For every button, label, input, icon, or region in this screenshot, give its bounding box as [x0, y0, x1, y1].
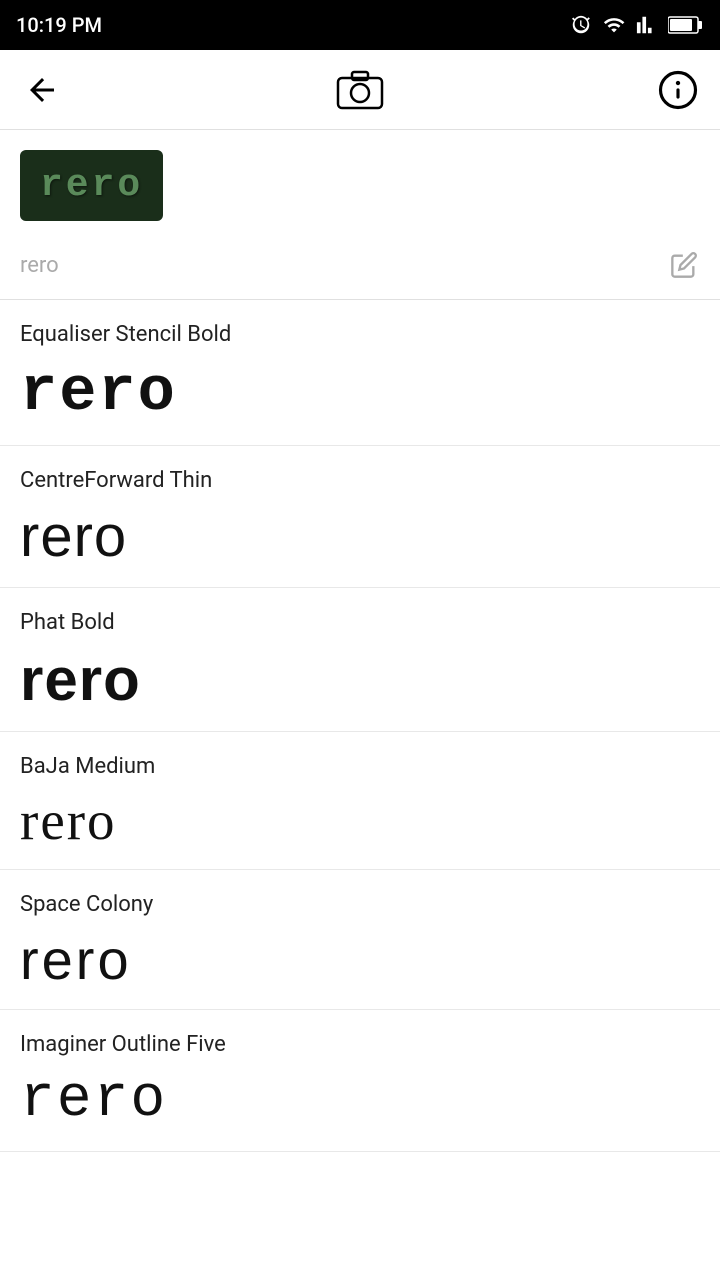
- font-item-sample: rero: [20, 1069, 700, 1133]
- font-item-sample: rero: [20, 359, 700, 427]
- preview-text: rero: [40, 164, 143, 207]
- info-icon: [657, 69, 699, 111]
- camera-button[interactable]: [330, 66, 390, 114]
- font-item[interactable]: Imaginer Outline Five rero: [0, 1010, 720, 1152]
- status-time: 10:19 PM: [16, 13, 102, 37]
- font-item[interactable]: Space Colony rero: [0, 870, 720, 1010]
- back-button[interactable]: [20, 68, 64, 112]
- edit-button[interactable]: [668, 249, 700, 281]
- camera-icon: [334, 68, 386, 112]
- top-bar: [0, 50, 720, 130]
- font-item-name: Space Colony: [20, 892, 700, 917]
- info-button[interactable]: [656, 68, 700, 112]
- font-item-sample: rero: [20, 647, 700, 713]
- search-text: rero: [20, 253, 59, 278]
- font-item-sample: rero: [20, 929, 700, 991]
- status-bar: 10:19 PM: [0, 0, 720, 50]
- preview-image: rero: [20, 150, 163, 221]
- signal-icon: [636, 14, 658, 36]
- font-item-name: BaJa Medium: [20, 754, 700, 779]
- preview-section: rero: [0, 130, 720, 231]
- alarm-icon: [570, 14, 592, 36]
- font-item-sample: rero: [20, 505, 700, 569]
- font-item-name: CentreForward Thin: [20, 468, 700, 493]
- font-list: Equaliser Stencil BoldreroCentreForward …: [0, 300, 720, 1152]
- font-item-name: Imaginer Outline Five: [20, 1032, 700, 1057]
- wifi-icon: [602, 14, 626, 36]
- font-item[interactable]: CentreForward Thin rero: [0, 446, 720, 588]
- search-section: rero: [0, 231, 720, 300]
- font-item-name: Equaliser Stencil Bold: [20, 322, 700, 347]
- font-item[interactable]: Equaliser Stencil Bold rero: [0, 300, 720, 446]
- back-arrow-icon: [24, 72, 60, 108]
- font-item-sample: rero: [20, 791, 700, 852]
- font-item-name: Phat Bold: [20, 610, 700, 635]
- font-item[interactable]: BaJa Medium rero: [0, 732, 720, 871]
- pencil-icon: [670, 251, 698, 279]
- battery-icon: [668, 15, 704, 35]
- status-icons: [570, 14, 704, 36]
- font-item[interactable]: Phat Bold rero: [0, 588, 720, 732]
